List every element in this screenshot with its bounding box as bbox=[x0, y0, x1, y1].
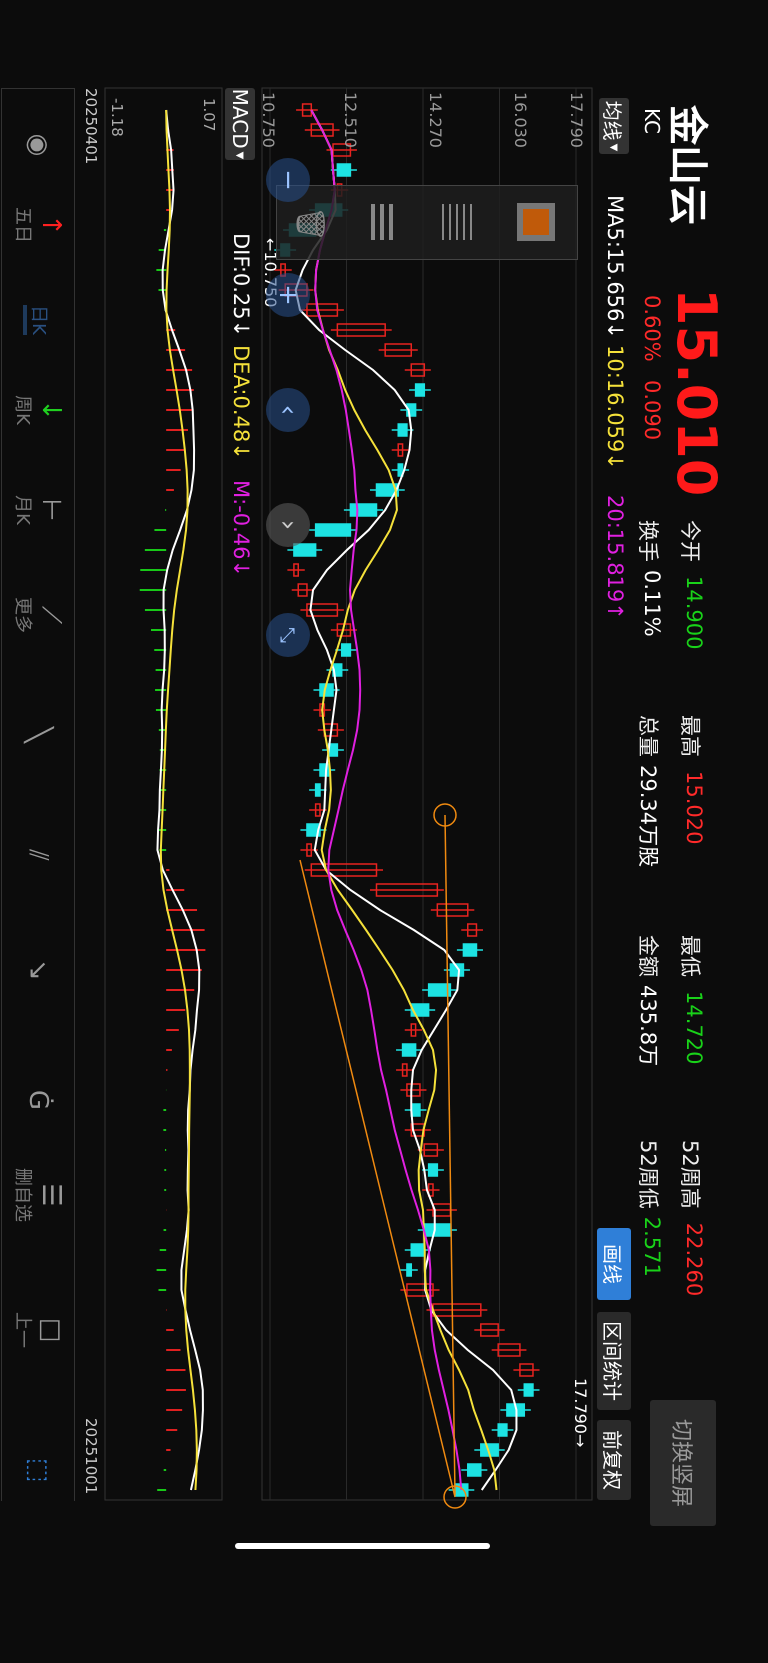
toolbar-item-2[interactable]: 日K bbox=[8, 275, 68, 365]
up-arrow-icon: ↑ bbox=[36, 214, 66, 236]
landscape-kline-screen: 金山云 KC 15.010 0.60% 0.090 今开 14.900 换手 0.11… bbox=[0, 0, 768, 1663]
toolbar-item-3[interactable]: ↓ 周K bbox=[8, 365, 68, 455]
toolbar-item-label: 周K bbox=[12, 395, 33, 425]
candle-down bbox=[467, 1463, 482, 1477]
toolbar-item-label: 月K bbox=[12, 495, 33, 525]
down-arrow-icon: ↓ bbox=[36, 399, 66, 421]
toolbar-item-label: 五日 bbox=[12, 207, 33, 243]
golden-ratio-icon: Ġ bbox=[23, 1089, 53, 1111]
candle-down bbox=[410, 1243, 426, 1257]
parallel-lines-icon: ⫽ bbox=[23, 849, 53, 861]
drawing-style-panel: 🗑 bbox=[276, 185, 578, 260]
ma20-line bbox=[310, 109, 463, 1491]
zoom-out-button[interactable]: − bbox=[266, 158, 310, 202]
toolbar-item-7[interactable]: ⫽ bbox=[8, 810, 68, 900]
dea-line bbox=[159, 109, 198, 1491]
price-tick: 12.510 bbox=[341, 92, 360, 148]
polyline-icon: ⟋ bbox=[36, 605, 66, 625]
max-price-marker: 17.790→ bbox=[571, 1378, 590, 1448]
expand-icon: ⬚ bbox=[23, 1457, 53, 1483]
trash-icon[interactable]: 🗑 bbox=[294, 206, 327, 242]
line-width-button[interactable] bbox=[371, 204, 397, 240]
macd-min-tick: -1.18 bbox=[108, 98, 126, 137]
collapse-icon[interactable]: ⤡ bbox=[266, 613, 310, 657]
candle-down bbox=[397, 423, 408, 437]
candle-down bbox=[336, 163, 352, 177]
date-start: 20250401 bbox=[82, 88, 100, 165]
candle-down bbox=[314, 783, 321, 797]
zoom-in-button[interactable]: + bbox=[266, 273, 310, 317]
line-segment-icon: ╲ bbox=[23, 727, 53, 743]
macd-max-tick: 1.07 bbox=[200, 98, 218, 132]
toolbar-item-label: 上一 bbox=[12, 1312, 33, 1348]
toolbar-item-5[interactable]: ⟋ 更多 bbox=[8, 570, 68, 660]
line-style-button[interactable] bbox=[442, 204, 472, 240]
candle-down bbox=[414, 383, 426, 397]
candle-down bbox=[314, 523, 352, 537]
candle-down bbox=[293, 543, 317, 557]
ma5-line bbox=[294, 109, 518, 1491]
fib-lines-icon: ☰ bbox=[36, 1183, 66, 1207]
toolbar-item-6[interactable]: ╲ bbox=[8, 690, 68, 780]
home-indicator bbox=[235, 1543, 490, 1549]
price-tick: 17.790 bbox=[567, 92, 586, 148]
candle-down bbox=[427, 1163, 439, 1177]
trend-line bbox=[299, 859, 456, 1498]
candle-down bbox=[497, 1423, 508, 1437]
orange-swatch-icon bbox=[523, 209, 549, 235]
eye-icon: ◉ bbox=[23, 133, 53, 157]
toolbar-item-1[interactable]: ↑ 五日 bbox=[8, 180, 68, 270]
trend-line bbox=[444, 814, 456, 1496]
price-tick: 10.750 bbox=[259, 92, 278, 148]
toolbar-item-4[interactable]: ⊢ 月K bbox=[8, 465, 68, 555]
main-chart-frame bbox=[261, 87, 593, 1501]
dif-line bbox=[156, 109, 204, 1491]
chevron-right-icon[interactable]: › bbox=[266, 503, 310, 547]
rectangle-icon: □ bbox=[36, 1317, 66, 1343]
horizontal-line-icon: ⊢ bbox=[36, 498, 66, 522]
toolbar-item-0[interactable]: ◉ bbox=[8, 100, 68, 190]
toolbar-item-11[interactable]: □ 上一 bbox=[8, 1285, 68, 1375]
toolbar-item-8[interactable]: ↘ bbox=[8, 925, 68, 1015]
candle-down bbox=[406, 1263, 413, 1277]
toolbar-item-label: 更多 bbox=[12, 597, 33, 633]
toolbar-item-12[interactable]: ⬚ bbox=[8, 1425, 68, 1515]
chevron-left-icon[interactable]: ‹ bbox=[266, 388, 310, 432]
arrow-line-icon: ↘ bbox=[23, 959, 53, 981]
candle-down bbox=[462, 943, 478, 957]
candle-down bbox=[523, 1383, 534, 1397]
candle-down bbox=[340, 643, 352, 657]
candle-down bbox=[349, 503, 378, 517]
toolbar-item-label: 日K bbox=[23, 305, 53, 335]
candle-down bbox=[423, 1223, 452, 1237]
price-tick: 14.270 bbox=[426, 92, 445, 148]
price-tick: 16.030 bbox=[511, 92, 530, 148]
ma10-line bbox=[310, 109, 498, 1491]
date-end: 20251001 bbox=[82, 1418, 100, 1495]
toolbar-item-10[interactable]: ☰ 删自选 bbox=[8, 1150, 68, 1240]
toolbar-item-label: 删自选 bbox=[12, 1168, 33, 1222]
toolbar-item-9[interactable]: Ġ bbox=[8, 1055, 68, 1145]
color-picker-button[interactable] bbox=[517, 203, 555, 241]
candle-down bbox=[401, 1043, 417, 1057]
